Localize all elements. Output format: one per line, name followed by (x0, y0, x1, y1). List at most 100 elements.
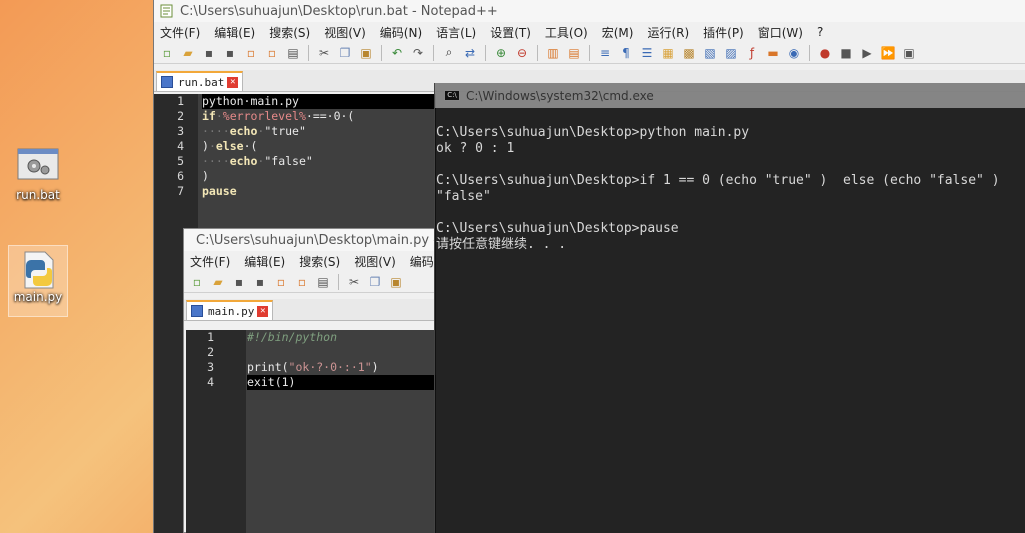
window-titlebar[interactable]: C:\Users\suhuajun\Desktop\main.py - (184, 229, 434, 251)
menu-view[interactable]: 视图(V) (354, 253, 396, 270)
open-file-icon[interactable]: ▰ (209, 273, 227, 291)
menu-macro[interactable]: 宏(M) (602, 24, 634, 41)
menu-edit[interactable]: 编辑(E) (244, 253, 285, 270)
menu-edit[interactable]: 编辑(E) (214, 24, 255, 41)
new-file-icon[interactable]: ▫ (158, 44, 176, 62)
open-file-icon[interactable]: ▰ (179, 44, 197, 62)
menu-search[interactable]: 搜索(S) (269, 24, 310, 41)
console-line: C:\Users\suhuajun\Desktop>pause (436, 221, 679, 236)
menu-file[interactable]: 文件(F) (160, 24, 200, 41)
save-macro-icon[interactable]: ▣ (900, 44, 918, 62)
sync-vertical-icon[interactable]: ▥ (544, 44, 562, 62)
folder-icon[interactable]: ▬ (764, 44, 782, 62)
toolbar-divider (338, 273, 339, 290)
close-icon[interactable]: ✕ (227, 76, 239, 88)
replace-icon[interactable]: ⇄ (461, 44, 479, 62)
cut-icon[interactable]: ✂ (345, 273, 363, 291)
zoom-out-icon[interactable]: ⊖ (513, 44, 531, 62)
desktop-icon-label: run.bat (16, 188, 60, 202)
menu-help[interactable]: ? (817, 25, 823, 39)
menu-tools[interactable]: 工具(O) (545, 24, 588, 41)
gear-bat-icon (17, 148, 59, 184)
new-file-icon[interactable]: ▫ (188, 273, 206, 291)
window-titlebar[interactable]: C:\ C:\Windows\system32\cmd.exe (435, 83, 1025, 108)
record-macro-icon[interactable]: ● (816, 44, 834, 62)
menu-window[interactable]: 窗口(W) (758, 24, 803, 41)
copy-icon[interactable]: ❐ (336, 44, 354, 62)
zoom-in-icon[interactable]: ⊕ (492, 44, 510, 62)
code-line: ····echo·"true" (202, 124, 306, 138)
save-icon[interactable]: ▪ (230, 273, 248, 291)
udl-icon[interactable]: ▦ (659, 44, 677, 62)
print-icon[interactable]: ▤ (314, 273, 332, 291)
toolbar: ▫ ▰ ▪ ▪ ▫ ▫ ▤ ✂ ❐ ▣ (184, 271, 434, 293)
tab-label: run.bat (178, 75, 225, 89)
line-number: 3 (177, 124, 184, 138)
indent-guide-icon[interactable]: ☰ (638, 44, 656, 62)
console-output[interactable]: C:\Users\suhuajun\Desktop>python main.py… (435, 108, 1025, 253)
tab-main-py[interactable]: main.py ✕ (186, 300, 274, 320)
paste-icon[interactable]: ▣ (387, 273, 405, 291)
close-all-icon[interactable]: ▫ (263, 44, 281, 62)
code-area: python·main.py if·%errorlevel%·==·0·( ··… (202, 94, 436, 199)
cut-icon[interactable]: ✂ (315, 44, 333, 62)
menu-settings[interactable]: 设置(T) (490, 24, 531, 41)
menu-file[interactable]: 文件(F) (190, 253, 230, 270)
window-title: C:\Users\suhuajun\Desktop\run.bat - Note… (180, 3, 498, 19)
save-all-icon[interactable]: ▪ (221, 44, 239, 62)
monitoring-eye-icon[interactable]: ◉ (785, 44, 803, 62)
code-line: exit(1) (247, 375, 436, 390)
line-number: 5 (177, 154, 184, 168)
line-number: 2 (207, 345, 214, 359)
run-macro-multiple-icon[interactable]: ⏩ (879, 44, 897, 62)
notepad-app-icon (160, 4, 173, 18)
desktop-icon-run-bat[interactable]: run.bat (8, 148, 68, 202)
doc-list-icon[interactable]: ▧ (701, 44, 719, 62)
menu-search[interactable]: 搜索(S) (299, 253, 340, 270)
redo-icon[interactable]: ↷ (409, 44, 427, 62)
toolbar-divider (537, 44, 538, 61)
close-icon[interactable]: ✕ (257, 305, 269, 317)
close-file-icon[interactable]: ▫ (272, 273, 290, 291)
menu-run[interactable]: 运行(R) (647, 24, 689, 41)
close-all-icon[interactable]: ▫ (293, 273, 311, 291)
tab-bar: main.py ✕ (184, 299, 434, 321)
stop-macro-icon[interactable]: ■ (837, 44, 855, 62)
code-editor-main-py[interactable]: 1 2 3 4 #!/bin/python print("ok·?·0·:·1"… (186, 330, 436, 533)
folder-workspace-icon[interactable]: ƒ (743, 44, 761, 62)
find-icon[interactable]: ⌕ (440, 44, 458, 62)
menu-encoding[interactable]: 编码(N) (410, 253, 434, 270)
doc-map-icon[interactable]: ▩ (680, 44, 698, 62)
window-title: C:\Windows\system32\cmd.exe (466, 88, 654, 103)
menu-view[interactable]: 视图(V) (324, 24, 366, 41)
code-line: )·else·( (202, 139, 258, 153)
line-number: 2 (177, 109, 184, 123)
desktop-icon-main-py[interactable]: main.py (8, 245, 68, 317)
function-list-icon[interactable]: ▨ (722, 44, 740, 62)
show-all-chars-icon[interactable]: ¶ (617, 44, 635, 62)
undo-icon[interactable]: ↶ (388, 44, 406, 62)
paste-icon[interactable]: ▣ (357, 44, 375, 62)
tab-run-bat[interactable]: run.bat ✕ (156, 71, 244, 91)
close-file-icon[interactable]: ▫ (242, 44, 260, 62)
line-number: 1 (177, 94, 184, 108)
copy-icon[interactable]: ❐ (366, 273, 384, 291)
menu-language[interactable]: 语言(L) (436, 24, 476, 41)
word-wrap-icon[interactable]: ≡ (596, 44, 614, 62)
toolbar-divider (809, 44, 810, 61)
line-number: 4 (177, 139, 184, 153)
save-icon[interactable]: ▪ (200, 44, 218, 62)
save-all-icon[interactable]: ▪ (251, 273, 269, 291)
menu-encoding[interactable]: 编码(N) (380, 24, 422, 41)
play-macro-icon[interactable]: ▶ (858, 44, 876, 62)
sync-horizontal-icon[interactable]: ▤ (565, 44, 583, 62)
window-titlebar[interactable]: C:\Users\suhuajun\Desktop\run.bat - Note… (154, 0, 1025, 22)
menu-plugins[interactable]: 插件(P) (703, 24, 744, 41)
code-line: #!/bin/python (247, 330, 338, 344)
tab-label: main.py (208, 304, 255, 318)
window-title: C:\Users\suhuajun\Desktop\main.py - (196, 232, 434, 248)
print-icon[interactable]: ▤ (284, 44, 302, 62)
code-line: ····echo·"false" (202, 154, 313, 168)
console-line: C:\Users\suhuajun\Desktop>python main.py (436, 125, 750, 140)
